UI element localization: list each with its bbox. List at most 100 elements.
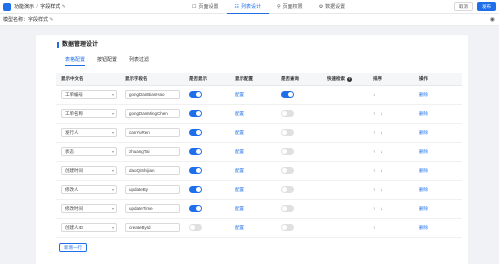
app-name[interactable]: 功能演示	[14, 4, 34, 10]
field-name-input[interactable]: updateBy	[125, 185, 180, 194]
display-name-select[interactable]: 发行人 ▾	[61, 128, 117, 137]
cell-query	[276, 104, 322, 124]
cell-field: zhuangTai	[120, 142, 184, 162]
cell-config: 配置	[230, 123, 276, 143]
model-name-label: 模型名称：	[3, 17, 29, 23]
sort-arrows[interactable]: ↑ ↓	[373, 111, 385, 116]
cell-config: 配置	[230, 85, 276, 105]
display-name-select[interactable]: 创建人ID ▾	[61, 223, 117, 232]
config-link[interactable]: 配置	[235, 206, 244, 211]
query-toggle[interactable]	[281, 129, 294, 136]
field-name-input[interactable]: updateTime	[125, 204, 180, 213]
delete-link[interactable]: 删除	[419, 92, 428, 97]
query-toggle[interactable]	[281, 224, 294, 231]
subtab-table-config[interactable]: 表格配置	[65, 56, 86, 66]
display-name-select[interactable]: 工单编号 ▾	[61, 90, 117, 99]
add-row-button[interactable]: 新增一行	[59, 243, 87, 252]
field-name-input[interactable]: gongDanMingChen	[125, 109, 180, 118]
subtab-list-filter[interactable]: 列表过滤	[129, 56, 149, 66]
delete-link[interactable]: 删除	[419, 149, 428, 154]
show-toggle[interactable]	[189, 148, 202, 155]
delete-link[interactable]: 删除	[419, 187, 428, 192]
cell-config: 配置	[230, 104, 276, 124]
cell-field: updateTime	[120, 199, 184, 219]
sort-arrows[interactable]: ↑ ↓	[373, 168, 385, 173]
cell-display-name: 工单编号 ▾	[56, 85, 120, 105]
field-name-input[interactable]: daoQiShijian	[125, 166, 180, 175]
cell-show	[184, 123, 230, 143]
display-name-select[interactable]: 修改人 ▾	[61, 185, 117, 194]
query-toggle[interactable]	[281, 91, 294, 98]
config-link[interactable]: 配置	[235, 168, 244, 173]
config-link[interactable]: 配置	[235, 149, 244, 154]
show-toggle[interactable]	[189, 167, 202, 174]
delete-link[interactable]: 删除	[419, 225, 428, 230]
config-link[interactable]: 配置	[235, 111, 244, 116]
subtab-button-config[interactable]: 按钮配置	[97, 56, 117, 66]
cell-sort: ↑ ↓	[368, 123, 414, 143]
table-row: 修改时间 ▾ updateTime 配置 ↑ ↓ 删除	[56, 199, 462, 219]
edit-pencil-icon[interactable]: ✎	[49, 17, 53, 23]
delete-link[interactable]: 删除	[419, 168, 428, 173]
edit-pencil-icon[interactable]: ✎	[62, 4, 66, 10]
chevron-down-icon: ▾	[111, 187, 114, 192]
tab-page-settings[interactable]: ☐ 页面设置	[184, 0, 227, 14]
config-link[interactable]: 配置	[235, 225, 244, 230]
delete-link[interactable]: 删除	[419, 111, 428, 116]
cell-config: 配置	[230, 161, 276, 181]
config-link[interactable]: 配置	[235, 92, 244, 97]
show-toggle[interactable]	[189, 186, 202, 193]
field-name-input[interactable]: gongDanBianHao	[125, 90, 180, 99]
display-name-select[interactable]: 工单名称 ▾	[61, 109, 117, 118]
cell-quick-search	[322, 218, 368, 238]
show-toggle[interactable]	[189, 129, 202, 136]
sort-arrows[interactable]: ↑ ↓	[373, 149, 385, 154]
list-icon: ☷	[234, 3, 239, 10]
publish-button[interactable]: 发布	[477, 2, 496, 11]
help-icon[interactable]: ?	[347, 76, 352, 82]
delete-link[interactable]: 删除	[419, 206, 428, 211]
column-header: 是否显示	[184, 73, 230, 86]
display-name-select[interactable]: 状态 ▾	[61, 147, 117, 156]
config-link[interactable]: 配置	[235, 187, 244, 192]
query-toggle[interactable]	[281, 148, 294, 155]
tab-list-design[interactable]: ☷ 列表设计	[226, 0, 269, 14]
sort-arrows[interactable]: ↓	[373, 92, 377, 97]
page-name: 字段样式	[40, 4, 61, 10]
cell-query	[276, 161, 322, 181]
display-name-value: 修改时间	[65, 206, 83, 211]
page-icon: ☐	[192, 4, 197, 10]
eye-icon[interactable]: ◉	[490, 16, 495, 24]
query-toggle[interactable]	[281, 186, 294, 193]
field-name-input[interactable]: canYuRen	[125, 128, 180, 137]
tab-data-settings[interactable]: ⚙ 数据设置	[311, 0, 354, 14]
chevron-down-icon: ▾	[111, 111, 114, 116]
field-name-input[interactable]: createById	[125, 223, 180, 232]
show-toggle[interactable]	[189, 110, 202, 117]
cancel-button[interactable]: 取消	[454, 2, 473, 11]
show-toggle[interactable]	[189, 224, 202, 231]
cell-sort: ↑ ↓	[368, 161, 414, 181]
tab-label: 页面设置	[198, 4, 219, 10]
sort-arrows[interactable]: ↑	[373, 225, 377, 230]
sort-arrows[interactable]: ↑ ↓	[373, 130, 385, 135]
query-toggle[interactable]	[281, 110, 294, 117]
sort-arrows[interactable]: ↑ ↓	[373, 187, 385, 192]
query-toggle[interactable]	[281, 205, 294, 212]
display-name-select[interactable]: 修改时间 ▾	[61, 204, 117, 213]
sort-arrows[interactable]: ↑ ↓	[373, 206, 385, 211]
show-toggle[interactable]	[189, 91, 202, 98]
column-header: 排序	[368, 73, 414, 86]
display-name-select[interactable]: 创建时间 ▾	[61, 166, 117, 175]
show-toggle[interactable]	[189, 205, 202, 212]
tab-page-permissions[interactable]: ⚲ 页面权限	[269, 0, 311, 14]
field-name-input[interactable]: zhuangTai	[125, 147, 180, 156]
cell-quick-search	[322, 123, 368, 143]
model-bar: 模型名称：字段样式 ✎ ◉	[0, 14, 499, 26]
cell-display-name: 修改人 ▾	[56, 180, 120, 200]
delete-link[interactable]: 删除	[419, 130, 428, 135]
cell-quick-search	[322, 85, 368, 105]
config-link[interactable]: 配置	[235, 130, 244, 135]
query-toggle[interactable]	[281, 167, 294, 174]
cell-sort: ↑ ↓	[368, 142, 414, 162]
